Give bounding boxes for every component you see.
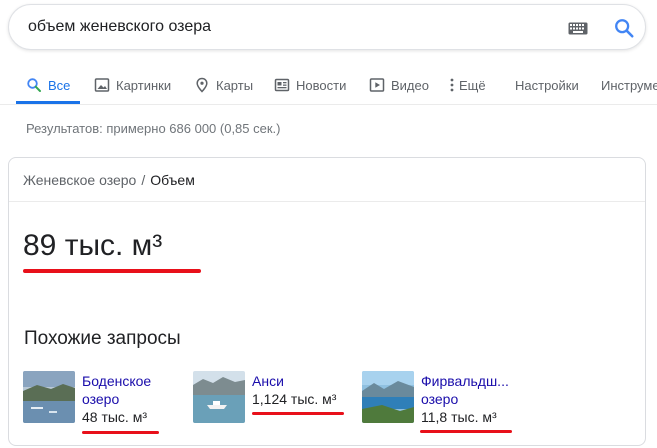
related-name-line: озеро: [421, 391, 459, 407]
related-item-annecy[interactable]: Анси 1,124 тыс. м³: [193, 371, 353, 431]
search-box[interactable]: объем женевского озера: [8, 4, 646, 50]
related-name[interactable]: Фирвальдш... озеро: [421, 372, 509, 408]
related-value: 1,124 тыс. м³: [252, 391, 337, 407]
highlight-underline: [252, 412, 344, 415]
tab-label: Видео: [391, 77, 429, 93]
breadcrumb: Женевское озеро / Объем: [23, 172, 195, 188]
related-title: Похожие запросы: [24, 328, 181, 349]
tab-news[interactable]: Новости: [274, 66, 346, 104]
related-name-line: озеро: [82, 391, 120, 407]
tab-label: Все: [48, 77, 71, 93]
play-icon: [369, 78, 385, 92]
related-name-line: Фирвальдш...: [421, 373, 509, 389]
tab-label: Новости: [296, 77, 347, 93]
breadcrumb-separator: /: [141, 172, 146, 188]
news-icon: [274, 78, 290, 92]
related-name-line: Анси: [252, 373, 284, 389]
related-name[interactable]: Анси: [252, 372, 284, 390]
highlight-underline: [82, 431, 159, 434]
answer-card: Женевское озеро / Объем 89 тыс. м³ Похожие…: [8, 157, 646, 446]
related-value: 11,8 тыс. м³: [421, 409, 497, 425]
tab-settings[interactable]: Настройки: [515, 66, 579, 104]
breadcrumb-parent[interactable]: Женевское озеро: [23, 172, 136, 188]
search-icon[interactable]: [613, 17, 635, 39]
more-vertical-icon: [450, 78, 454, 92]
related-name[interactable]: Боденское озеро: [82, 372, 151, 408]
tab-tools[interactable]: Инструменты: [601, 66, 657, 104]
results-count: Результатов: примерно 686 000 (0,85 сек.…: [26, 121, 281, 136]
lake-thumbnail[interactable]: [23, 371, 75, 423]
search-tabs: Все Картинки Карты Новости Видео Ещё Нас…: [0, 66, 657, 106]
highlight-underline: [23, 269, 201, 273]
card-divider: [9, 201, 645, 202]
keyboard-icon[interactable]: [568, 22, 588, 35]
search-icon: [27, 78, 41, 92]
tab-label: Инструменты: [601, 77, 657, 93]
tab-more[interactable]: Ещё: [448, 66, 486, 104]
breadcrumb-current: Объем: [150, 172, 195, 188]
related-name-line: Боденское: [82, 373, 152, 389]
lake-thumbnail[interactable]: [193, 371, 245, 423]
tab-images[interactable]: Картинки: [94, 66, 171, 104]
map-pin-icon: [196, 77, 208, 93]
lake-thumbnail[interactable]: [362, 371, 414, 423]
tab-label: Карты: [216, 77, 254, 93]
search-input[interactable]: объем женевского озера: [28, 18, 211, 36]
image-icon: [94, 78, 110, 92]
tab-video[interactable]: Видео: [369, 66, 429, 104]
related-item-vierwaldstatter[interactable]: Фирвальдш... озеро 11,8 тыс. м³: [362, 371, 532, 431]
related-item-bodensee[interactable]: Боденское озеро 48 тыс. м³: [23, 371, 173, 431]
highlight-underline: [420, 430, 512, 433]
tab-all[interactable]: Все: [26, 66, 70, 104]
tab-label: Настройки: [515, 77, 579, 93]
tabs-divider: [0, 104, 657, 105]
tab-label: Ещё: [459, 77, 486, 93]
tab-maps[interactable]: Карты: [194, 66, 253, 104]
tab-label: Картинки: [116, 77, 172, 93]
answer-value: 89 тыс. м³: [23, 229, 163, 262]
related-value: 48 тыс. м³: [82, 409, 148, 425]
